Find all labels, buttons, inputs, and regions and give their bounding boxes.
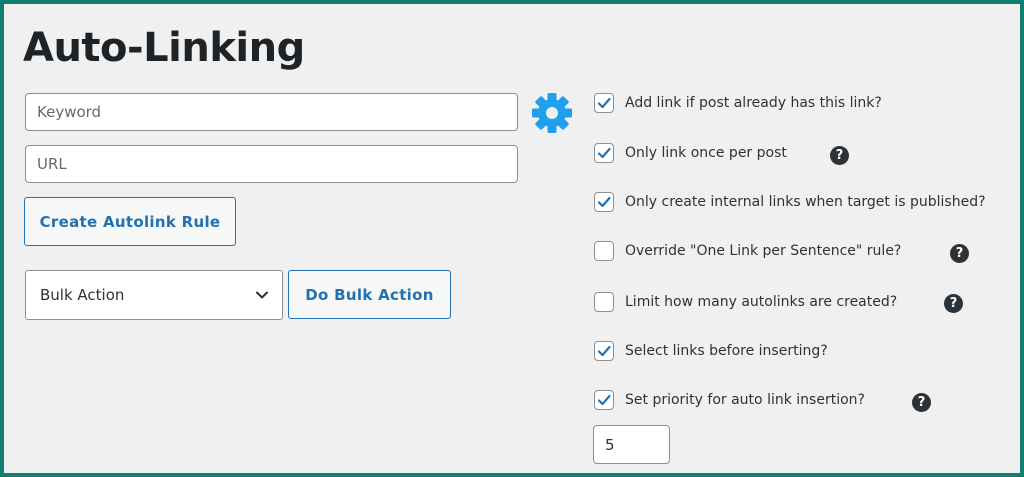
keyword-input[interactable]	[25, 93, 518, 131]
option-label: Set priority for auto link insertion?	[625, 392, 865, 408]
option-label: Limit how many autolinks are created?	[625, 294, 898, 310]
help-icon[interactable]: ?	[944, 294, 963, 313]
option-link-once-per-post: Only link once per post	[594, 141, 787, 165]
help-icon[interactable]: ?	[912, 393, 931, 412]
do-bulk-action-button[interactable]: Do Bulk Action	[288, 270, 451, 319]
checkmark-icon	[597, 345, 611, 357]
gear-icon[interactable]	[531, 92, 573, 134]
bulk-action-value: Bulk Action	[40, 286, 125, 304]
checkbox[interactable]	[594, 192, 614, 212]
checkmark-icon	[597, 97, 611, 109]
priority-input[interactable]	[593, 425, 670, 464]
page-title: Auto-Linking	[23, 25, 305, 71]
checkmark-icon	[597, 394, 611, 406]
option-select-links-before-inserting: Select links before inserting?	[594, 339, 828, 363]
create-autolink-rule-label: Create Autolink Rule	[39, 212, 221, 231]
option-add-link-if-exists: Add link if post already has this link?	[594, 91, 882, 115]
do-bulk-action-label: Do Bulk Action	[305, 285, 434, 304]
checkbox[interactable]	[594, 292, 614, 312]
option-label: Select links before inserting?	[625, 343, 828, 359]
option-internal-links-published: Only create internal links when target i…	[594, 190, 986, 214]
create-autolink-rule-button[interactable]: Create Autolink Rule	[24, 197, 236, 246]
checkbox[interactable]	[594, 143, 614, 163]
option-set-priority: Set priority for auto link insertion?	[594, 388, 865, 412]
checkbox[interactable]	[594, 341, 614, 361]
help-icon[interactable]: ?	[950, 244, 969, 263]
checkbox[interactable]	[594, 241, 614, 261]
checkbox[interactable]	[594, 390, 614, 410]
option-label: Only link once per post	[625, 145, 787, 161]
option-label: Only create internal links when target i…	[625, 194, 986, 210]
checkmark-icon	[597, 147, 611, 159]
checkbox[interactable]	[594, 93, 614, 113]
url-input[interactable]	[25, 145, 518, 183]
bulk-action-select[interactable]: Bulk Action	[25, 270, 283, 320]
option-limit-autolinks: Limit how many autolinks are created?	[594, 290, 897, 314]
option-label: Override "One Link per Sentence" rule?	[625, 243, 902, 259]
option-override-one-link-per-sentence: Override "One Link per Sentence" rule?	[594, 239, 901, 263]
option-label: Add link if post already has this link?	[625, 95, 882, 111]
chevron-down-icon	[256, 291, 268, 299]
auto-linking-panel: Auto-Linking Create Autolink Rule Bulk A…	[0, 0, 1024, 477]
help-icon[interactable]: ?	[830, 146, 849, 165]
checkmark-icon	[597, 196, 611, 208]
